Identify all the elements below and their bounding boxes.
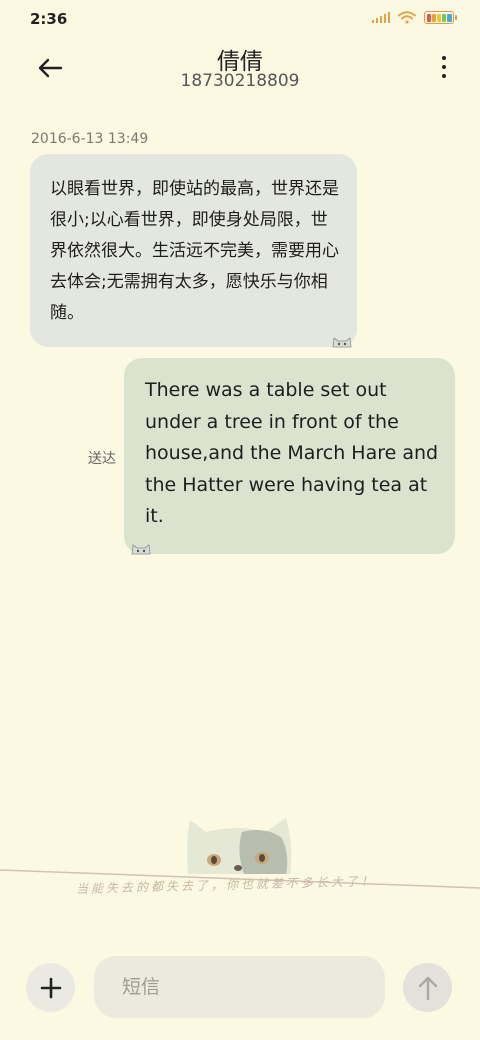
incoming-message-bubble[interactable]: 以眼看世界，即使站的最高，世界还是很小;以心看世界，即使身处局限，世界依然很大。… bbox=[30, 154, 357, 347]
status-icons bbox=[371, 11, 457, 24]
signal-icon bbox=[371, 12, 390, 23]
status-time: 2:36 bbox=[30, 10, 68, 28]
cat-sticker-icon bbox=[131, 544, 151, 555]
arrow-up-icon bbox=[418, 976, 437, 1000]
outgoing-message-bubble[interactable]: There was a table set out under a tree i… bbox=[124, 358, 455, 554]
add-attachment-button[interactable] bbox=[26, 963, 75, 1012]
more-vertical-icon bbox=[442, 56, 446, 60]
status-bar: 2:36 bbox=[0, 0, 480, 36]
message-timestamp: 2016-6-13 13:49 bbox=[31, 131, 149, 147]
delivery-status: 送达 bbox=[88, 451, 116, 467]
message-input[interactable] bbox=[94, 956, 385, 1018]
more-options-button[interactable] bbox=[440, 56, 448, 78]
send-button[interactable] bbox=[403, 963, 452, 1012]
contact-number: 18730218809 bbox=[180, 71, 300, 91]
wifi-icon bbox=[398, 11, 416, 24]
cat-illustration-icon bbox=[187, 818, 292, 874]
plus-icon bbox=[40, 977, 61, 998]
conversation-header: 倩倩 18730218809 bbox=[0, 36, 480, 106]
battery-icon bbox=[424, 11, 457, 24]
cat-sticker-icon bbox=[332, 337, 352, 348]
